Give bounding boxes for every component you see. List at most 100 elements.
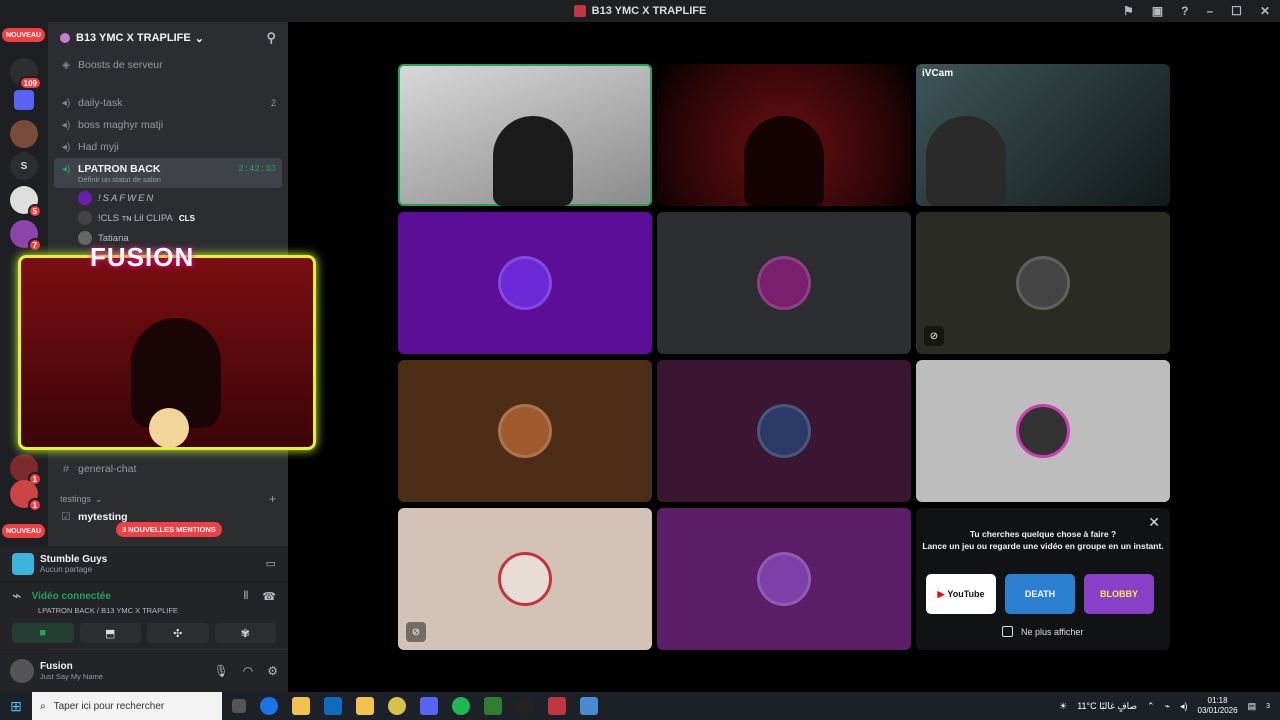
taskbar-search[interactable]: ⌕ Taper ici pour rechercher bbox=[32, 692, 222, 720]
participant-tile[interactable] bbox=[657, 360, 911, 502]
camera-button[interactable]: ■ bbox=[12, 623, 74, 643]
guild-icon[interactable]: 7 bbox=[10, 220, 42, 252]
close-button[interactable]: ✕ bbox=[1260, 4, 1270, 18]
voice-user[interactable]: !CLS ᴛɴ Lil CLIPA CLS bbox=[48, 208, 288, 228]
checkbox-icon bbox=[1002, 626, 1013, 637]
avatar[interactable] bbox=[10, 659, 34, 683]
chevron-down-icon: ⌄ bbox=[194, 32, 204, 45]
app-icon[interactable] bbox=[548, 697, 566, 715]
app-icon[interactable] bbox=[484, 697, 502, 715]
spotify-icon[interactable] bbox=[452, 697, 470, 715]
headphones-icon[interactable]: ◠ bbox=[243, 664, 253, 678]
tray-chevron-icon[interactable]: ⌃ bbox=[1147, 701, 1155, 712]
volume-icon[interactable]: ◂) bbox=[1180, 701, 1188, 712]
microphone-icon[interactable]: 🎙︎ bbox=[214, 664, 229, 678]
channel-active[interactable]: ◂) LPATRON BACK 2:42:33 Définir un statu… bbox=[54, 158, 282, 188]
avatar bbox=[498, 552, 552, 606]
checkbox-channel-icon: ☑ bbox=[61, 511, 71, 523]
guild-icon[interactable]: 1 bbox=[10, 480, 42, 512]
server-logo-icon bbox=[573, 5, 586, 17]
settings-gear-icon[interactable]: ⚙ bbox=[267, 664, 278, 678]
participant-tile[interactable]: ⊘ bbox=[398, 508, 652, 650]
voice-channel-icon: ◂) bbox=[61, 97, 71, 109]
dont-show-checkbox[interactable]: Ne plus afficher bbox=[1002, 626, 1083, 637]
clan-tag: CLS bbox=[178, 213, 195, 223]
participant-tile[interactable] bbox=[916, 360, 1170, 502]
edge-icon[interactable] bbox=[260, 697, 278, 715]
avatar bbox=[78, 211, 92, 225]
minimize-button[interactable]: – bbox=[1206, 4, 1213, 18]
server-header[interactable]: B13 YMC X TRAPLIFE ⌄ ⚲ bbox=[48, 22, 288, 54]
participant-tile[interactable] bbox=[398, 360, 652, 502]
voice-user[interactable]: !SAFWEN bbox=[48, 188, 288, 208]
network-icon[interactable]: ⌁ bbox=[1165, 701, 1170, 712]
new-badge: NOUVEAU bbox=[2, 524, 46, 538]
weather-text[interactable]: 11°C صافٍ غالبًا bbox=[1077, 701, 1137, 712]
floating-camera[interactable] bbox=[18, 255, 316, 450]
avatar bbox=[757, 552, 811, 606]
channel-name: daily-task bbox=[78, 97, 123, 109]
file-explorer-icon[interactable] bbox=[292, 697, 310, 715]
video-tile[interactable] bbox=[657, 64, 911, 206]
participant-tile[interactable] bbox=[657, 508, 911, 650]
guild-letter[interactable]: S bbox=[10, 152, 38, 180]
game-sub: Aucun partage bbox=[40, 564, 93, 574]
add-member-icon[interactable]: ⚲ bbox=[266, 30, 276, 46]
voice-user-name: !SAFWEN bbox=[98, 192, 156, 204]
channel-daily-task[interactable]: ◂) daily-task 2 bbox=[48, 92, 288, 114]
channel-had-myji[interactable]: ◂) Had myji bbox=[48, 136, 288, 158]
windows-start-icon[interactable]: ⊞ bbox=[0, 692, 32, 720]
outlook-icon[interactable] bbox=[324, 697, 342, 715]
category-name: testings bbox=[60, 494, 92, 504]
participant-tile[interactable] bbox=[398, 212, 652, 354]
guild-icon[interactable]: 109 bbox=[10, 58, 42, 90]
guild-badge: 7 bbox=[27, 238, 42, 252]
blobby-app-button[interactable]: BLOBBY bbox=[1084, 574, 1154, 614]
disconnect-icon[interactable]: ☎ bbox=[262, 590, 276, 603]
activities-button[interactable]: ✣ bbox=[147, 623, 209, 643]
soundboard-button[interactable]: ✾ bbox=[214, 623, 276, 643]
task-view-icon[interactable] bbox=[232, 699, 246, 713]
inbox-icon[interactable]: ⚑ bbox=[1123, 4, 1134, 18]
app-icon[interactable] bbox=[388, 697, 406, 715]
app-icon[interactable] bbox=[516, 697, 534, 715]
channel-name: Had myji bbox=[78, 141, 119, 153]
channel-boss[interactable]: ◂) boss maghyr matji bbox=[48, 114, 288, 136]
new-mentions-pill[interactable]: 3 NOUVELLES MENTIONS bbox=[116, 522, 222, 537]
camera-person bbox=[744, 116, 824, 206]
help-icon[interactable]: ? bbox=[1181, 4, 1188, 18]
video-tile[interactable]: iVCam bbox=[916, 64, 1170, 206]
screen-icon[interactable]: ▣ bbox=[1152, 4, 1163, 18]
store-icon[interactable] bbox=[356, 697, 374, 715]
death-app-button[interactable]: DEATH bbox=[1005, 574, 1075, 614]
participant-tile[interactable]: ⊘ bbox=[916, 212, 1170, 354]
video-tile[interactable] bbox=[398, 64, 652, 206]
noise-icon[interactable]: ⦀ bbox=[243, 590, 248, 603]
app-icon[interactable] bbox=[580, 697, 598, 715]
app-name: BLOBBY bbox=[1100, 589, 1138, 599]
share-screen-button[interactable]: ⬒ bbox=[79, 623, 141, 643]
notifications-icon[interactable]: ▤ bbox=[1248, 701, 1257, 712]
guild-icon[interactable]: 1 bbox=[10, 454, 42, 486]
guild-icon[interactable] bbox=[10, 120, 38, 148]
activity-row[interactable]: Stumble Guys Aucun partage ▭ bbox=[0, 546, 288, 582]
boosts-link[interactable]: ◈ Boosts de serveur bbox=[48, 54, 288, 76]
camera-person bbox=[493, 116, 573, 206]
screen-share-icon[interactable]: ▭ bbox=[266, 557, 276, 570]
guild-icon[interactable]: 5 bbox=[10, 186, 42, 218]
discord-icon[interactable] bbox=[420, 697, 438, 715]
youtube-app-button[interactable]: ▶ YouTube bbox=[926, 574, 996, 614]
participant-tile[interactable] bbox=[657, 212, 911, 354]
channel-status[interactable]: Définir un statut de salon bbox=[60, 175, 276, 184]
folder-icon[interactable] bbox=[14, 90, 34, 110]
clock[interactable]: 01:18 03/01/2026 bbox=[1198, 696, 1238, 716]
channel-general-chat[interactable]: # general-chat bbox=[48, 458, 288, 480]
add-channel-icon[interactable]: + bbox=[269, 492, 276, 506]
search-placeholder: Taper ici pour rechercher bbox=[53, 700, 165, 712]
game-name: Stumble Guys bbox=[40, 553, 108, 565]
avatar bbox=[498, 256, 552, 310]
hash-icon: # bbox=[63, 463, 69, 475]
maximize-button[interactable]: ☐ bbox=[1231, 4, 1242, 18]
avatar bbox=[1016, 404, 1070, 458]
signal-icon[interactable]: ⌁ bbox=[12, 586, 22, 606]
